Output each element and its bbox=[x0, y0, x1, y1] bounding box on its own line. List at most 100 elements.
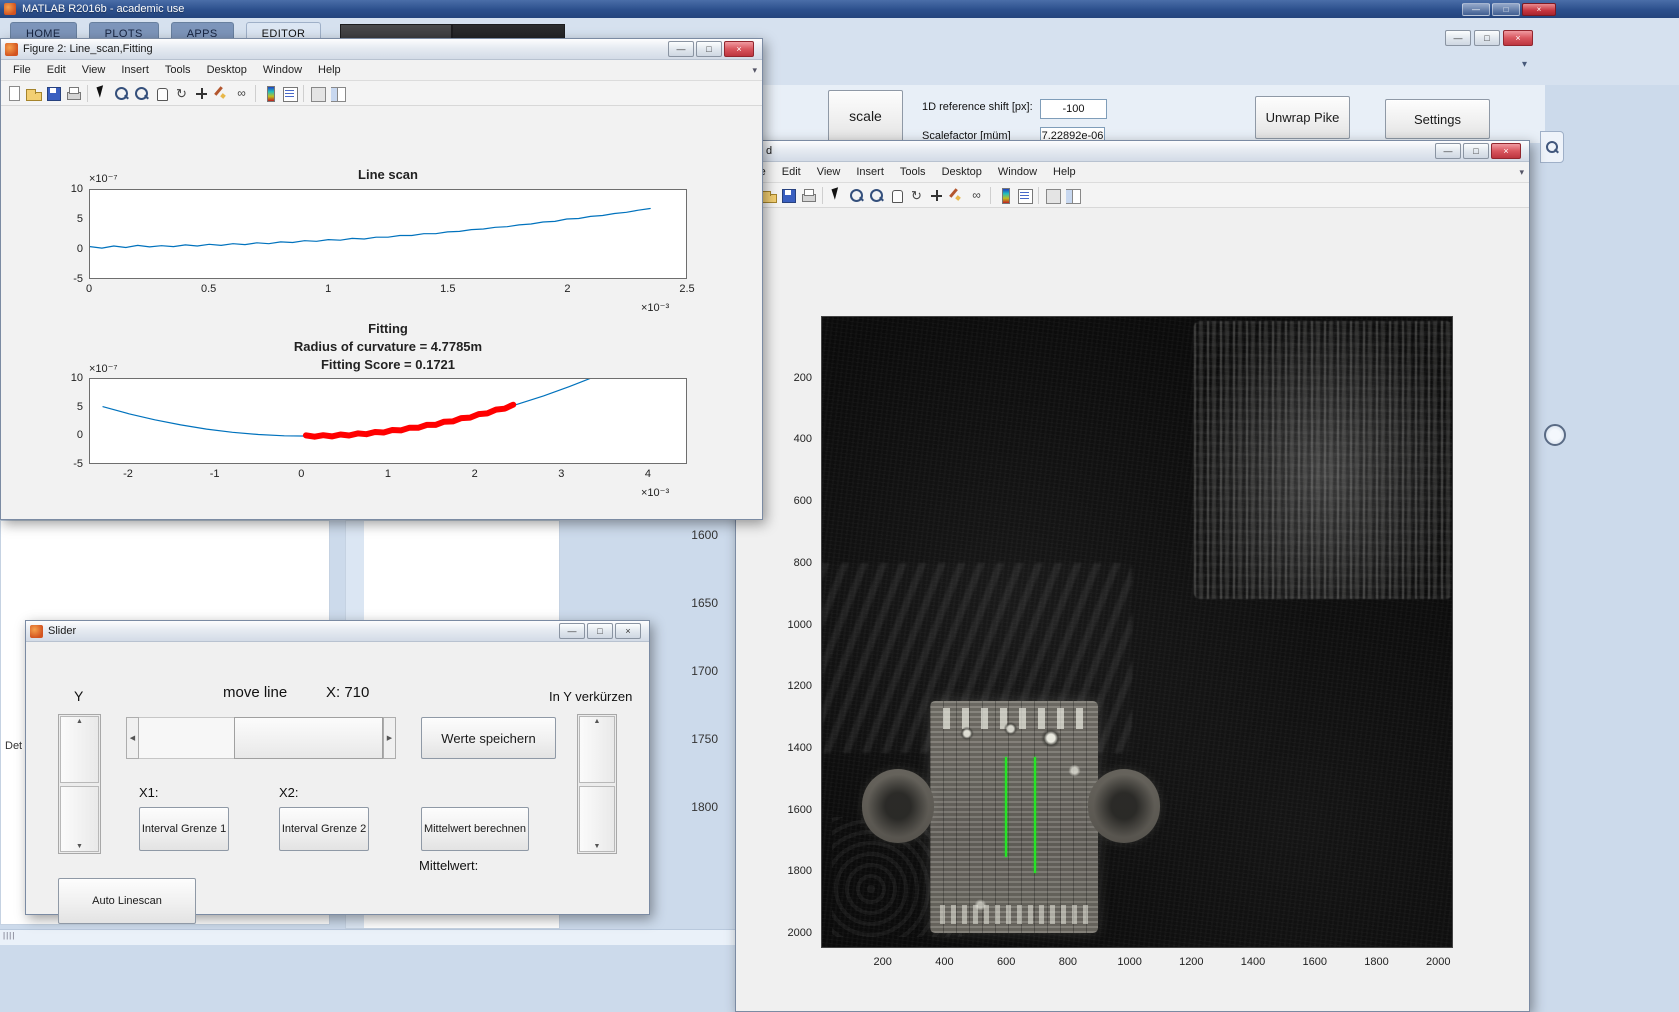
menu-item[interactable]: Insert bbox=[113, 61, 157, 79]
tick-label: 2000 bbox=[788, 927, 812, 939]
show-plot-tools-icon[interactable] bbox=[328, 84, 347, 103]
zoom-out-icon[interactable] bbox=[132, 84, 151, 103]
new-figure-icon[interactable] bbox=[4, 84, 23, 103]
ref-shift-input[interactable]: -100 bbox=[1040, 99, 1107, 119]
slider-right-arrow[interactable]: ▶ bbox=[383, 717, 396, 759]
window-title: Slider bbox=[48, 625, 559, 637]
open-file-icon[interactable] bbox=[24, 84, 43, 103]
maximize-button[interactable]: □ bbox=[1474, 30, 1500, 46]
show-plot-tools-icon[interactable] bbox=[1063, 186, 1082, 205]
menu-chevron[interactable]: ▾ bbox=[1519, 167, 1524, 178]
axis-label: 1700 bbox=[660, 664, 718, 682]
pan-icon[interactable] bbox=[887, 186, 906, 205]
image-diffraction-pattern bbox=[1194, 321, 1452, 599]
close-button[interactable]: × bbox=[615, 623, 641, 639]
move-line-label: move line bbox=[223, 684, 287, 701]
save-figure-icon[interactable] bbox=[44, 84, 63, 103]
left-arrow-icon: ◀ bbox=[130, 734, 135, 742]
menu-item[interactable]: View bbox=[74, 61, 114, 79]
close-button[interactable]: × bbox=[1522, 3, 1556, 16]
menu-item[interactable]: Help bbox=[1045, 163, 1084, 181]
y-scrollbar-left[interactable]: ▲ ▼ bbox=[58, 714, 101, 854]
brush-icon[interactable] bbox=[212, 84, 231, 103]
maximize-button[interactable]: □ bbox=[1463, 143, 1489, 159]
zoom-in-icon[interactable] bbox=[112, 84, 131, 103]
resize-handle[interactable]: |||| bbox=[3, 931, 15, 940]
y-axis-ticks: 1050-5 bbox=[57, 189, 85, 279]
menu-item[interactable]: View bbox=[809, 163, 849, 181]
maximize-button[interactable]: □ bbox=[696, 41, 722, 57]
menu-item[interactable]: Edit bbox=[774, 163, 809, 181]
y-scrollbar-right[interactable]: ▲ ▼ bbox=[577, 714, 617, 854]
insert-colorbar-icon[interactable] bbox=[260, 84, 279, 103]
up-arrow-icon: ▲ bbox=[594, 718, 601, 725]
save-figure-icon[interactable] bbox=[779, 186, 798, 205]
insert-legend-icon[interactable] bbox=[280, 84, 299, 103]
close-button[interactable]: × bbox=[724, 41, 754, 57]
menu-item[interactable]: Tools bbox=[892, 163, 934, 181]
help-circle-button[interactable] bbox=[1544, 424, 1566, 446]
toolbar-separator bbox=[822, 187, 823, 204]
menu-item[interactable]: Tools bbox=[157, 61, 199, 79]
menu-item[interactable]: File bbox=[5, 61, 39, 79]
scroll-up-button[interactable]: ▲ bbox=[60, 716, 99, 783]
edit-plot-icon[interactable] bbox=[827, 186, 846, 205]
link-plot-icon[interactable] bbox=[232, 84, 251, 103]
menu-item[interactable]: Window bbox=[990, 163, 1045, 181]
maximize-button[interactable]: □ bbox=[587, 623, 613, 639]
brush-icon[interactable] bbox=[947, 186, 966, 205]
link-plot-icon[interactable] bbox=[967, 186, 986, 205]
slider-thumb[interactable] bbox=[234, 717, 383, 759]
close-button[interactable]: × bbox=[1491, 143, 1521, 159]
pan-icon[interactable] bbox=[152, 84, 171, 103]
rotate-3d-icon[interactable] bbox=[172, 84, 191, 103]
slider-titlebar[interactable]: Slider — □ × bbox=[26, 621, 649, 642]
zoom-in-icon[interactable] bbox=[847, 186, 866, 205]
insert-colorbar-icon[interactable] bbox=[995, 186, 1014, 205]
menu-item[interactable]: Window bbox=[255, 61, 310, 79]
minimize-button[interactable]: — bbox=[1445, 30, 1471, 46]
print-figure-icon[interactable] bbox=[799, 186, 818, 205]
x-position-slider[interactable]: ◀ ▶ bbox=[126, 717, 396, 759]
hide-plot-tools-icon[interactable] bbox=[1043, 186, 1062, 205]
tick-label: 5 bbox=[77, 401, 83, 413]
scale-button[interactable]: scale bbox=[828, 90, 903, 142]
insert-legend-icon[interactable] bbox=[1015, 186, 1034, 205]
figure2-titlebar[interactable]: Figure 2: Line_scan,Fitting — □ × bbox=[1, 39, 762, 60]
interval-limit-1-button[interactable]: Interval Grenze 1 bbox=[139, 807, 229, 851]
auto-linescan-button[interactable]: Auto Linescan bbox=[58, 878, 196, 924]
menu-item[interactable]: Edit bbox=[39, 61, 74, 79]
scroll-down-button[interactable]: ▼ bbox=[60, 786, 99, 853]
menu-item[interactable]: Help bbox=[310, 61, 349, 79]
settings-button[interactable]: Settings bbox=[1385, 99, 1490, 139]
close-button[interactable]: × bbox=[1503, 30, 1533, 46]
calculate-mean-button[interactable]: Mittelwert berechnen bbox=[421, 807, 529, 851]
unwrap-pike-button[interactable]: Unwrap Pike bbox=[1255, 96, 1350, 139]
zoom-out-icon[interactable] bbox=[867, 186, 886, 205]
maximize-button[interactable]: □ bbox=[1492, 3, 1520, 16]
hide-plot-tools-icon[interactable] bbox=[308, 84, 327, 103]
print-figure-icon[interactable] bbox=[64, 84, 83, 103]
menu-item[interactable]: Desktop bbox=[199, 61, 255, 79]
rotate-3d-icon[interactable] bbox=[907, 186, 926, 205]
slider-left-arrow[interactable]: ◀ bbox=[126, 717, 139, 759]
scroll-up-button[interactable]: ▲ bbox=[579, 716, 615, 783]
save-values-button[interactable]: Werte speichern bbox=[421, 717, 556, 759]
search-tab[interactable] bbox=[1540, 131, 1564, 163]
scroll-down-button[interactable]: ▼ bbox=[579, 786, 615, 853]
collapse-ribbon-chevron[interactable]: ▾ bbox=[1522, 59, 1527, 70]
minimize-button[interactable]: — bbox=[1462, 3, 1490, 16]
right-figure-titlebar[interactable]: d — □ × bbox=[736, 141, 1529, 162]
minimize-button[interactable]: — bbox=[1435, 143, 1461, 159]
data-cursor-icon[interactable] bbox=[927, 186, 946, 205]
minimize-button[interactable]: — bbox=[559, 623, 585, 639]
menu-item[interactable]: Desktop bbox=[934, 163, 990, 181]
data-cursor-icon[interactable] bbox=[192, 84, 211, 103]
hidden-figure-axis-labels: 16001650170017501800 bbox=[660, 528, 718, 868]
edit-plot-icon[interactable] bbox=[92, 84, 111, 103]
menu-item[interactable]: Insert bbox=[848, 163, 892, 181]
minimize-button[interactable]: — bbox=[668, 41, 694, 57]
interval-limit-2-button[interactable]: Interval Grenze 2 bbox=[279, 807, 369, 851]
menu-chevron[interactable]: ▾ bbox=[752, 65, 757, 76]
slider-track[interactable] bbox=[139, 717, 234, 759]
